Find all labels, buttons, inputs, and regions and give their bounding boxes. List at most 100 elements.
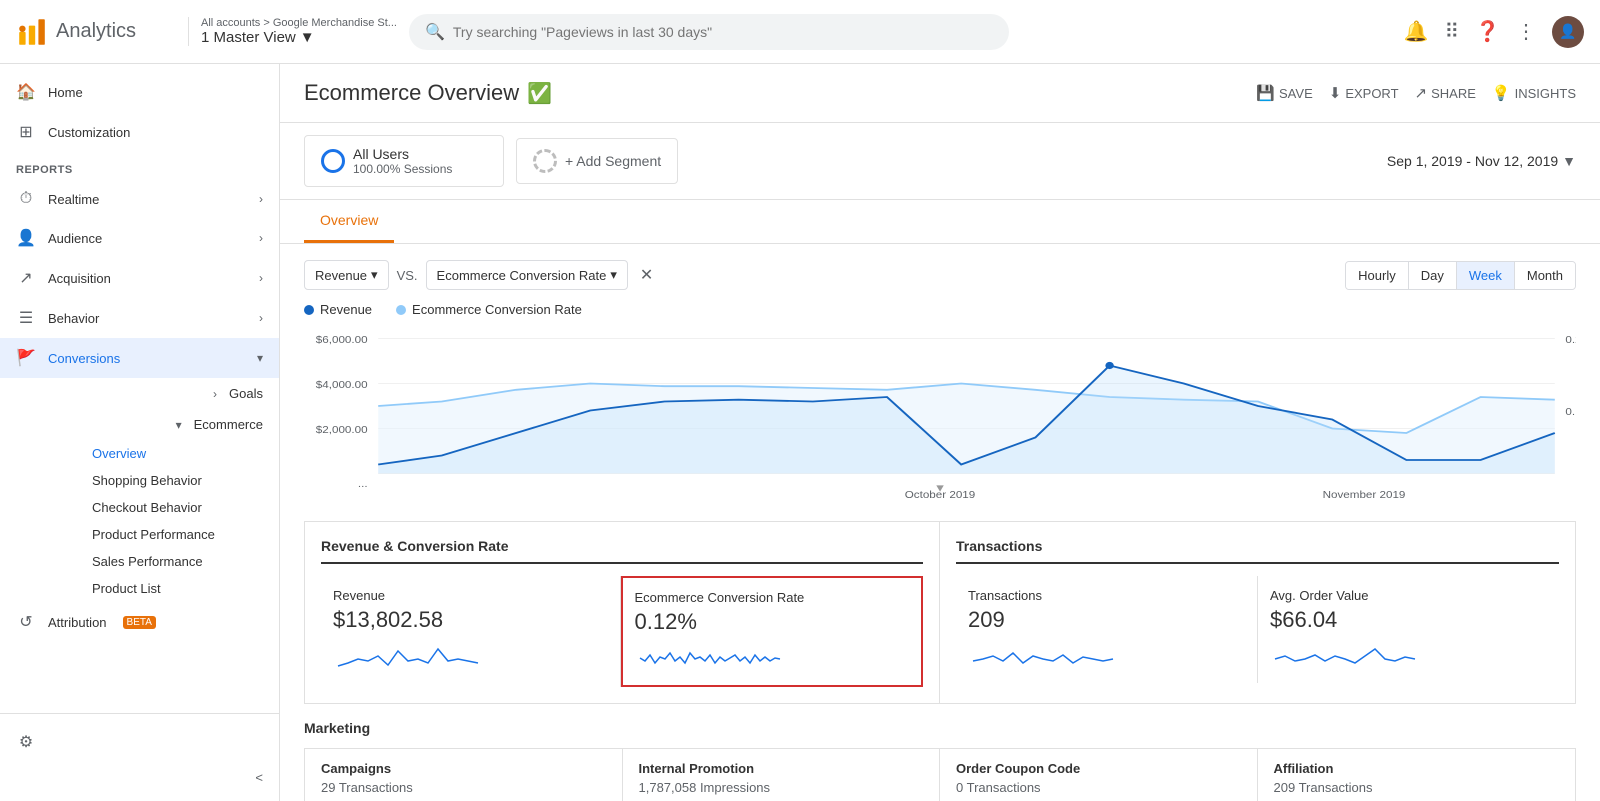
export-label: EXPORT xyxy=(1345,86,1398,101)
help-button[interactable]: ❓ xyxy=(1475,19,1500,44)
segments-bar: All Users 100.00% Sessions + Add Segment… xyxy=(280,123,1600,200)
realtime-icon: ⏱ xyxy=(16,190,36,208)
sidebar-item-checkout-behavior[interactable]: Checkout Behavior xyxy=(80,494,279,521)
avatar[interactable]: 👤 xyxy=(1552,16,1584,48)
sidebar-item-behavior[interactable]: ☰ Behavior › xyxy=(0,298,279,338)
chart-dropdown-arrow[interactable]: ▼ xyxy=(934,482,947,494)
date-range-chevron: ▼ xyxy=(1562,153,1576,169)
search-icon: 🔍 xyxy=(425,22,445,42)
sidebar-footer: ⚙ < xyxy=(0,713,279,801)
sidebar-item-product-list-label: Product List xyxy=(92,581,161,596)
sidebar-item-audience[interactable]: 👤 Audience › xyxy=(0,218,279,258)
sidebar-item-product-performance[interactable]: Product Performance xyxy=(80,521,279,548)
sidebar-item-home[interactable]: 🏠 Home xyxy=(0,72,279,112)
metric-card-revenue: Revenue $13,802.58 xyxy=(321,576,621,687)
search-bar[interactable]: 🔍 xyxy=(409,14,1009,50)
share-button[interactable]: ↗ SHARE xyxy=(1415,84,1476,102)
settings-icon: ⚙ xyxy=(16,732,36,752)
marketing-item-0: Campaigns 29 Transactions $1,306.59 Reve… xyxy=(305,749,623,801)
account-area: All accounts > Google Merchandise St... … xyxy=(188,17,397,46)
segment-info: All Users 100.00% Sessions xyxy=(353,146,452,176)
metric-transactions-label: Transactions xyxy=(968,588,1245,603)
chart-section: Revenue ▾ VS. Ecommerce Conversion Rate … xyxy=(280,244,1600,521)
metric-conversion-sparkline xyxy=(635,643,910,673)
metric1-selector[interactable]: Revenue ▾ xyxy=(304,260,389,290)
add-segment-chip[interactable]: + Add Segment xyxy=(516,138,678,184)
time-btn-month[interactable]: Month xyxy=(1515,262,1575,289)
metric2-selector[interactable]: Ecommerce Conversion Rate ▾ xyxy=(426,260,628,290)
chart-svg: $6,000.00 $4,000.00 $2,000.00 ... 0.20% … xyxy=(304,325,1576,505)
save-button[interactable]: 💾 SAVE xyxy=(1256,84,1312,102)
apps-button[interactable]: ⠿ xyxy=(1444,19,1459,44)
tab-overview[interactable]: Overview xyxy=(304,200,394,243)
time-btn-hourly[interactable]: Hourly xyxy=(1346,262,1409,289)
sidebar-item-realtime[interactable]: ⏱ Realtime › xyxy=(0,180,279,218)
sidebar-collapse-button[interactable]: < xyxy=(0,762,279,793)
page-title: Ecommerce Overview ✅ xyxy=(304,80,552,106)
yaxis-label-4: ... xyxy=(358,479,368,490)
metrics-row-transactions: Transactions 209 Avg. Order Value $66.04 xyxy=(956,576,1559,683)
legend-conversion-label: Ecommerce Conversion Rate xyxy=(412,302,582,317)
segment-circle-empty xyxy=(533,149,557,173)
sidebar-item-product-list[interactable]: Product List xyxy=(80,575,279,602)
search-input[interactable] xyxy=(453,24,993,40)
metric-card-transactions: Transactions 209 xyxy=(956,576,1258,683)
time-btn-week[interactable]: Week xyxy=(1457,262,1515,289)
marketing-grid: Campaigns 29 Transactions $1,306.59 Reve… xyxy=(304,748,1576,801)
goals-chevron: › xyxy=(213,387,217,401)
metrics-section-transactions-title: Transactions xyxy=(956,538,1559,564)
sidebar-item-overview[interactable]: Overview xyxy=(80,440,279,467)
account-view-chevron: ▼ xyxy=(300,29,315,46)
metric-conversion-label: Ecommerce Conversion Rate xyxy=(635,590,910,605)
export-icon: ⬇ xyxy=(1329,84,1342,102)
yaxis-label-3: $2,000.00 xyxy=(316,425,368,436)
marketing-item-sub-1: 1,787,058 Impressions xyxy=(639,780,924,795)
sidebar-item-shopping-behavior[interactable]: Shopping Behavior xyxy=(80,467,279,494)
sidebar-item-settings[interactable]: ⚙ xyxy=(0,722,279,762)
attribution-beta-badge: BETA xyxy=(123,616,156,629)
sidebar-item-home-label: Home xyxy=(48,85,83,100)
notifications-button[interactable]: 🔔 xyxy=(1404,19,1429,44)
sidebar-item-goals[interactable]: › Goals xyxy=(32,378,279,409)
more-options-button[interactable]: ⋮ xyxy=(1516,19,1536,44)
insights-button[interactable]: 💡 INSIGHTS xyxy=(1492,84,1576,102)
marketing-item-label-1: Internal Promotion xyxy=(639,761,924,776)
sidebar-item-attribution[interactable]: ↺ Attribution BETA xyxy=(0,602,279,642)
metric-revenue-label: Revenue xyxy=(333,588,608,603)
verified-icon: ✅ xyxy=(527,81,552,106)
realtime-chevron: › xyxy=(259,192,263,206)
sidebar-item-acquisition-label: Acquisition xyxy=(48,271,111,286)
sidebar-item-customization-label: Customization xyxy=(48,125,130,140)
export-button[interactable]: ⬇ EXPORT xyxy=(1329,84,1399,102)
sidebar-item-conversions-label: Conversions xyxy=(48,351,120,366)
marketing-item-1: Internal Promotion 1,787,058 Impressions… xyxy=(623,749,941,801)
time-btn-day[interactable]: Day xyxy=(1409,262,1457,289)
marketing-item-label-0: Campaigns xyxy=(321,761,606,776)
analytics-logo-icon xyxy=(16,16,48,48)
sidebar-item-sales-performance[interactable]: Sales Performance xyxy=(80,548,279,575)
account-view-selector[interactable]: 1 Master View ▼ xyxy=(201,29,397,46)
legend-revenue-label: Revenue xyxy=(320,302,372,317)
all-users-segment[interactable]: All Users 100.00% Sessions xyxy=(304,135,504,187)
sidebar-submenu-ecommerce: Overview Shopping Behavior Checkout Beha… xyxy=(32,440,279,602)
metrics-grid: Revenue & Conversion Rate Revenue $13,80… xyxy=(304,521,1576,704)
sidebar-submenu-conversions: › Goals ▾ Ecommerce Overview Shopping Be… xyxy=(0,378,279,602)
xaxis-nov-label: November 2019 xyxy=(1323,490,1406,501)
conversions-icon: 🚩 xyxy=(16,348,36,368)
legend-dot-revenue xyxy=(304,305,314,315)
yaxis-label-2: $4,000.00 xyxy=(316,380,368,391)
marketing-item-sub-2: 0 Transactions xyxy=(956,780,1241,795)
sidebar-item-conversions[interactable]: 🚩 Conversions ▾ xyxy=(0,338,279,378)
metric-transactions-sparkline xyxy=(968,641,1245,671)
sidebar-item-ecommerce[interactable]: ▾ Ecommerce xyxy=(32,409,279,440)
metric2-close-button[interactable]: ✕ xyxy=(640,265,653,285)
sidebar-item-acquisition[interactable]: ↗ Acquisition › xyxy=(0,258,279,298)
date-range-selector[interactable]: Sep 1, 2019 - Nov 12, 2019 ▼ xyxy=(1387,153,1576,169)
acquisition-chevron: › xyxy=(259,271,263,285)
insights-icon: 💡 xyxy=(1492,84,1511,102)
segment-circle-filled xyxy=(321,149,345,173)
top-nav: Analytics All accounts > Google Merchand… xyxy=(0,0,1600,64)
chart-legend: Revenue Ecommerce Conversion Rate xyxy=(304,302,1576,317)
sidebar-item-product-perf-label: Product Performance xyxy=(92,527,215,542)
sidebar-item-customization[interactable]: ⊞ Customization xyxy=(0,112,279,152)
